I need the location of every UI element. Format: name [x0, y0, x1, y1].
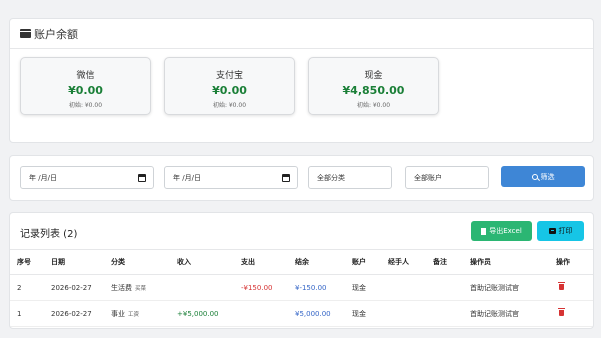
cell-action: [549, 274, 593, 301]
export-excel-label: 导出Excel: [489, 227, 522, 235]
cell-expense: -¥150.00: [234, 274, 288, 301]
delete-icon[interactable]: [558, 307, 565, 316]
filter-button[interactable]: 筛选: [501, 166, 585, 187]
cell-operator: 首助记账测试官: [463, 274, 549, 301]
cell-handler: [381, 274, 426, 301]
category-main: 事业: [111, 309, 125, 318]
col-header-no: 序号: [10, 249, 44, 275]
col-header-category: 分类: [104, 249, 170, 275]
category-sub: 工资: [128, 311, 140, 318]
delete-icon[interactable]: [558, 281, 565, 290]
account-card-alipay: 支付宝 ¥0.00 初始: ¥0.00: [164, 57, 295, 115]
end-date-input[interactable]: 年 /月/日: [164, 166, 298, 189]
calendar-icon[interactable]: [138, 174, 146, 182]
account-card-wechat: 微信 ¥0.00 初始: ¥0.00: [20, 57, 151, 115]
balance-header: 账户余额: [10, 19, 593, 49]
table-row: 1 2026-02-27 事业 工资 +¥5,000.00 ¥5,000.00 现…: [10, 300, 593, 327]
cell-operator: 首助记账测试官: [463, 300, 549, 327]
account-name: 微信: [76, 71, 95, 81]
cell-action: [549, 300, 593, 327]
export-excel-button[interactable]: 导出Excel: [471, 221, 532, 241]
records-table: 序号 日期 分类 收入 支出 结余 账户 经手人 备注 操作员 操作 2 202…: [10, 249, 593, 327]
table-row: 2 2026-02-27 生活费 买菜 -¥150.00 ¥-150.00 现金 …: [10, 274, 593, 301]
category-select[interactable]: 全部分类: [308, 166, 392, 189]
table-header-row: 序号 日期 分类 收入 支出 结余 账户 经手人 备注 操作员 操作: [10, 249, 593, 275]
cell-income: +¥5,000.00: [170, 300, 234, 327]
cell-category: 事业 工资: [104, 300, 170, 327]
col-header-note: 备注: [426, 249, 463, 275]
cell-note: [426, 300, 463, 327]
account-select-value: 全部账户: [414, 173, 442, 182]
end-date-value: 年 /月/日: [173, 173, 201, 182]
cell-balance: ¥5,000.00: [288, 300, 345, 327]
account-initial: 初始: ¥0.00: [68, 102, 103, 109]
cell-balance: ¥-150.00: [288, 274, 345, 301]
cell-income: [170, 274, 234, 301]
col-header-operator: 操作员: [463, 249, 549, 275]
col-header-date: 日期: [44, 249, 104, 275]
printer-icon: [548, 228, 556, 234]
account-name: 现金: [364, 71, 383, 81]
filter-card: 年 /月/日 年 /月/日 全部分类 全部账户 筛选: [9, 155, 594, 201]
filter-button-label: 筛选: [540, 172, 555, 181]
cell-no: 1: [10, 300, 44, 327]
col-header-action: 操作: [549, 249, 593, 275]
print-button[interactable]: 打印: [537, 221, 584, 241]
col-header-handler: 经手人: [381, 249, 426, 275]
account-card-cash: 现金 ¥4,850.00 初始: ¥0.00: [308, 57, 439, 115]
cell-handler: [381, 300, 426, 327]
cell-category: 生活费 买菜: [104, 274, 170, 301]
cell-date: 2026-02-27: [44, 300, 104, 327]
category-main: 生活费: [111, 283, 132, 292]
cell-note: [426, 274, 463, 301]
account-initial: 初始: ¥0.00: [212, 102, 247, 109]
calendar-icon[interactable]: [282, 174, 290, 182]
account-select[interactable]: 全部账户: [405, 166, 489, 189]
account-initial: 初始: ¥0.00: [356, 102, 391, 109]
col-header-balance: 结余: [288, 249, 345, 275]
category-select-value: 全部分类: [317, 173, 345, 182]
col-header-account: 账户: [345, 249, 381, 275]
balance-card: 账户余额 微信 ¥0.00 初始: ¥0.00 支付宝 ¥0.00 初始: ¥0…: [9, 18, 594, 143]
account-amount: ¥0.00: [212, 84, 247, 97]
account-name: 支付宝: [215, 71, 243, 81]
start-date-input[interactable]: 年 /月/日: [20, 166, 154, 189]
print-label: 打印: [558, 227, 573, 235]
wallet-icon: [20, 29, 31, 38]
records-title: 记录列表 (2): [20, 229, 78, 240]
start-date-value: 年 /月/日: [29, 173, 57, 182]
cell-account: 现金: [345, 300, 381, 327]
records-card: 记录列表 (2) 导出Excel 打印 序号 日期 分类 收入 支出 结余 账户…: [9, 212, 594, 329]
cell-account: 现金: [345, 274, 381, 301]
cell-no: 2: [10, 274, 44, 301]
col-header-expense: 支出: [234, 249, 288, 275]
file-excel-icon: [481, 227, 487, 235]
balance-title: 账户余额: [34, 27, 78, 41]
cell-date: 2026-02-27: [44, 274, 104, 301]
search-icon: [531, 173, 538, 180]
account-amount: ¥0.00: [68, 84, 103, 97]
cell-expense: [234, 300, 288, 327]
col-header-income: 收入: [170, 249, 234, 275]
account-amount: ¥4,850.00: [342, 84, 405, 97]
category-sub: 买菜: [135, 285, 147, 292]
